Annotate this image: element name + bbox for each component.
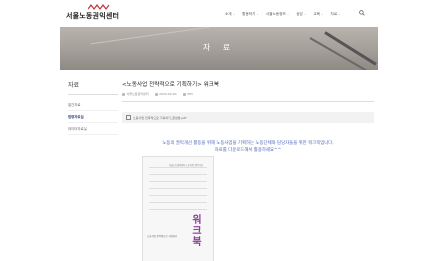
chevron-down-icon: ⌄	[232, 11, 236, 16]
post-date: 2020-00-00	[154, 92, 177, 96]
page-banner: 자 료	[60, 27, 378, 70]
post-author: 서울노동권익센터	[122, 92, 149, 96]
logo-text: 서울노동권익센터	[66, 12, 120, 20]
description-line: 자료를 다운로드해서 활용하세요^^	[214, 147, 282, 153]
sidebar-title: 자료	[68, 80, 118, 95]
cover-divider	[149, 202, 207, 203]
nav-item-activities[interactable]: 활동하기⌄	[242, 12, 259, 17]
eye-icon	[182, 92, 186, 96]
cover-divider	[149, 209, 207, 210]
sidebar-item-data[interactable]: 데이터자료실	[68, 123, 118, 135]
cover-divider	[149, 195, 207, 196]
user-icon	[122, 92, 125, 96]
cover-divider	[149, 167, 207, 168]
cover-divider	[149, 181, 207, 182]
cover-divider	[149, 174, 207, 175]
chevron-down-icon: ⌄	[256, 11, 259, 16]
sidebar-item-publications[interactable]: 발간자료	[68, 99, 118, 111]
workbook-cover-image: 서울노동권익센터 노동사업 전략기획 노동사업 전략적으로 기획하기 워 크 북	[142, 156, 214, 261]
cover-big-title: 워 크 북	[187, 215, 207, 248]
cover-big-char: 워	[192, 215, 202, 226]
calendar-icon	[154, 92, 158, 96]
logo-mark-icon	[88, 4, 110, 10]
site-header: 서울노동권익센터 소개⌄ 활동하기⌄ 서울노동정보⌄ 상담⌄ 교육⌄ 자료⌄	[60, 0, 378, 27]
page: 서울노동권익센터 소개⌄ 활동하기⌄ 서울노동정보⌄ 상담⌄ 교육⌄ 자료⌄ 자…	[60, 0, 378, 261]
nav-item-about[interactable]: 소개⌄	[225, 12, 235, 17]
post-title: <노동사업 전략적으로 기획하기> 워크북	[122, 82, 220, 88]
post-meta: 서울노동권익센터 2020-00-00 383	[122, 92, 374, 102]
attachment-filename: 노동사업 전략적으로 기획하기_완성본.pdf	[133, 115, 187, 120]
attachment-link[interactable]: 노동사업 전략적으로 기획하기_완성본.pdf	[122, 112, 374, 123]
nav-item-labor-info[interactable]: 서울노동정보⌄	[266, 12, 289, 17]
chevron-down-icon: ⌄	[321, 11, 324, 16]
site-logo[interactable]: 서울노동권익센터	[66, 4, 136, 24]
banner-title: 자 료	[202, 43, 236, 52]
chevron-down-icon: ⌄	[303, 11, 307, 16]
nav-item-education[interactable]: 교육⌄	[313, 12, 323, 17]
search-icon[interactable]	[359, 10, 365, 16]
cover-subtitle: 노동사업 전략적으로 기획하기	[147, 235, 178, 238]
cover-divider	[149, 188, 207, 189]
cover-big-char: 북	[192, 237, 202, 248]
post-views: 383	[182, 92, 193, 96]
post-description: 노동의 권익개선 활동을 위해 노동사업을 기획하는 노동단체와 담당자들을 위…	[122, 141, 374, 154]
chevron-down-icon: ⌄	[286, 11, 290, 16]
cover-big-char: 크	[192, 226, 202, 237]
chevron-down-icon: ⌄	[338, 11, 341, 16]
main-nav: 소개⌄ 활동하기⌄ 서울노동정보⌄ 상담⌄ 교육⌄ 자료⌄	[225, 9, 348, 19]
sidebar: 자료 발간자료 법령자료실 데이터자료실	[68, 80, 118, 135]
paperclip-icon	[126, 115, 131, 120]
sidebar-item-legal[interactable]: 법령자료실	[68, 111, 118, 123]
nav-item-resources[interactable]: 자료⌄	[331, 12, 341, 17]
post-content: <노동사업 전략적으로 기획하기> 워크북 서울노동권익센터 2020-00-0…	[122, 80, 374, 261]
nav-item-consult[interactable]: 상담⌄	[296, 12, 306, 17]
